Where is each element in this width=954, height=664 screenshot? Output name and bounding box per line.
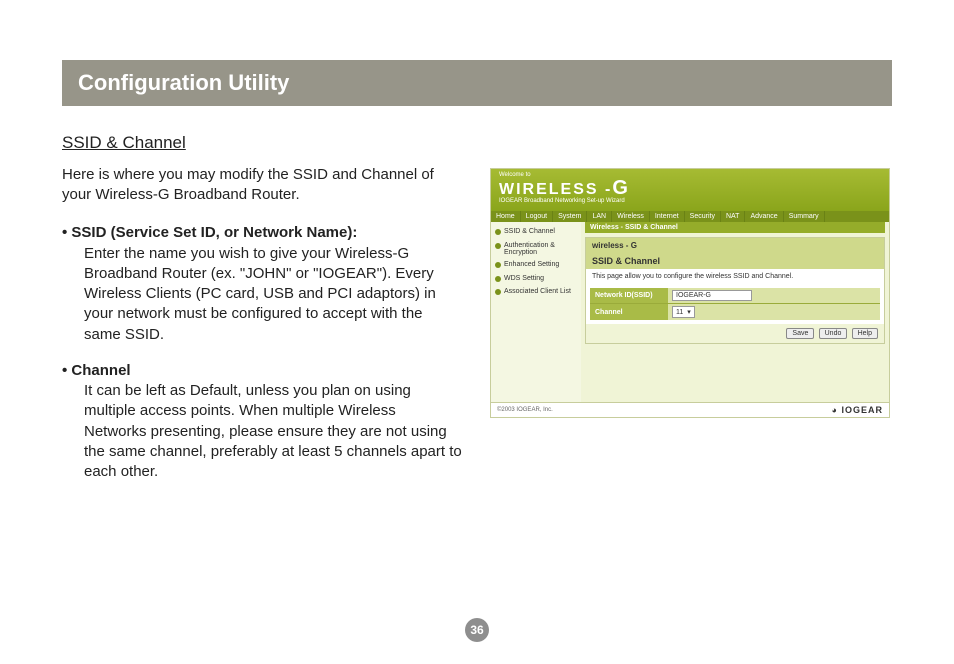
sidebar-item-label: Enhanced Setting xyxy=(504,261,559,269)
nav-tabs: Home Logout System LAN Wireless Internet… xyxy=(491,211,889,222)
dot-icon xyxy=(495,261,501,271)
banner-logo-main: WIRELESS - xyxy=(499,181,612,198)
banner-logo-g: G xyxy=(612,177,630,199)
sidebar-item-auth[interactable]: Authentication & Encryption xyxy=(495,242,577,257)
intro-paragraph: Here is where you may modify the SSID an… xyxy=(62,165,462,206)
sidebar-item-label: WDS Setting xyxy=(504,275,544,283)
sidebar-item-enhanced[interactable]: Enhanced Setting xyxy=(495,261,577,271)
page-number: 36 xyxy=(470,623,483,637)
tab-summary[interactable]: Summary xyxy=(784,211,825,222)
tab-wireless[interactable]: Wireless xyxy=(612,211,650,222)
chevron-down-icon: ▾ xyxy=(687,308,691,316)
ssid-cell: IOGEAR-G xyxy=(668,288,880,303)
tab-nat[interactable]: NAT xyxy=(721,211,745,222)
bullet-channel: • Channel It can be left as Default, unl… xyxy=(62,361,462,483)
router-ui-screenshot: Welcome to WIRELESS -G IOGEAR Broadband … xyxy=(490,168,890,418)
channel-label: Channel xyxy=(590,306,668,319)
tab-lan[interactable]: LAN xyxy=(587,211,612,222)
button-row: Save Undo Help xyxy=(586,324,884,343)
banner-logo: WIRELESS -G xyxy=(499,178,881,198)
bullet-ssid: • SSID (Service Set ID, or Network Name)… xyxy=(62,223,462,345)
card-title: SSID & Channel xyxy=(586,253,884,269)
content-row: SSID & Channel Here is where you may mod… xyxy=(62,132,892,498)
bullet-channel-head: • Channel xyxy=(62,361,462,381)
text-column: SSID & Channel Here is where you may mod… xyxy=(62,132,462,498)
channel-select[interactable]: 11 ▾ xyxy=(672,306,695,318)
bullet-ssid-body: Enter the name you wish to give your Wir… xyxy=(62,244,462,345)
sidebar-item-ssid[interactable]: SSID & Channel xyxy=(495,228,577,238)
card: wireless - G SSID & Channel This page al… xyxy=(585,237,885,344)
title-bar: Configuration Utility xyxy=(62,60,892,106)
bullet-channel-body: It can be left as Default, unless you pl… xyxy=(62,381,462,482)
sidebar-item-wds[interactable]: WDS Setting xyxy=(495,275,577,285)
tab-security[interactable]: Security xyxy=(685,211,721,222)
footer: ©2003 IOGEAR, Inc. ◕ IOGEAR xyxy=(491,402,889,417)
bullet-ssid-head: • SSID (Service Set ID, or Network Name)… xyxy=(62,223,462,243)
title-bar-text: Configuration Utility xyxy=(78,70,289,95)
channel-cell: 11 ▾ xyxy=(668,304,880,320)
brand-text: IOGEAR xyxy=(841,405,883,415)
form-row-channel: Channel 11 ▾ xyxy=(590,303,880,320)
sidebar-item-clients[interactable]: Associated Client List xyxy=(495,288,577,298)
config-form: Network ID(SSID) IOGEAR-G Channel 11 xyxy=(590,288,880,320)
tab-home[interactable]: Home xyxy=(491,211,521,222)
tab-advance[interactable]: Advance xyxy=(745,211,783,222)
dot-icon xyxy=(495,275,501,285)
section-heading: SSID & Channel xyxy=(62,132,462,155)
card-logo: wireless - G xyxy=(586,238,884,253)
dot-icon xyxy=(495,242,501,252)
sidebar: SSID & Channel Authentication & Encrypti… xyxy=(491,222,581,402)
undo-button[interactable]: Undo xyxy=(819,328,848,339)
tab-internet[interactable]: Internet xyxy=(650,211,685,222)
help-button[interactable]: Help xyxy=(852,328,878,339)
screenshot-column: Welcome to WIRELESS -G IOGEAR Broadband … xyxy=(490,132,892,418)
ssid-input[interactable]: IOGEAR-G xyxy=(672,290,752,301)
save-button[interactable]: Save xyxy=(786,328,814,339)
card-desc: This page allow you to configure the wir… xyxy=(586,269,884,284)
dot-icon xyxy=(495,228,501,238)
sidebar-item-label: Authentication & Encryption xyxy=(504,242,577,257)
body: SSID & Channel Authentication & Encrypti… xyxy=(491,222,889,402)
page-number-badge: 36 xyxy=(465,618,489,642)
main-panel: Wireless - SSID & Channel wireless - G S… xyxy=(581,222,889,402)
ssid-label: Network ID(SSID) xyxy=(590,289,668,302)
banner-sub: IOGEAR Broadband Networking Set-up Wizar… xyxy=(499,198,881,204)
sidebar-item-label: Associated Client List xyxy=(504,288,571,296)
banner: Welcome to WIRELESS -G IOGEAR Broadband … xyxy=(491,169,889,211)
sidebar-item-label: SSID & Channel xyxy=(504,228,555,236)
brand-mark: ◕ IOGEAR xyxy=(832,405,883,415)
copyright: ©2003 IOGEAR, Inc. xyxy=(497,407,553,413)
tab-system[interactable]: System xyxy=(553,211,587,222)
breadcrumb: Wireless - SSID & Channel xyxy=(585,222,885,233)
channel-value: 11 xyxy=(676,309,683,316)
form-row-ssid: Network ID(SSID) IOGEAR-G xyxy=(590,288,880,303)
dot-icon xyxy=(495,288,501,298)
tab-logout[interactable]: Logout xyxy=(521,211,553,222)
